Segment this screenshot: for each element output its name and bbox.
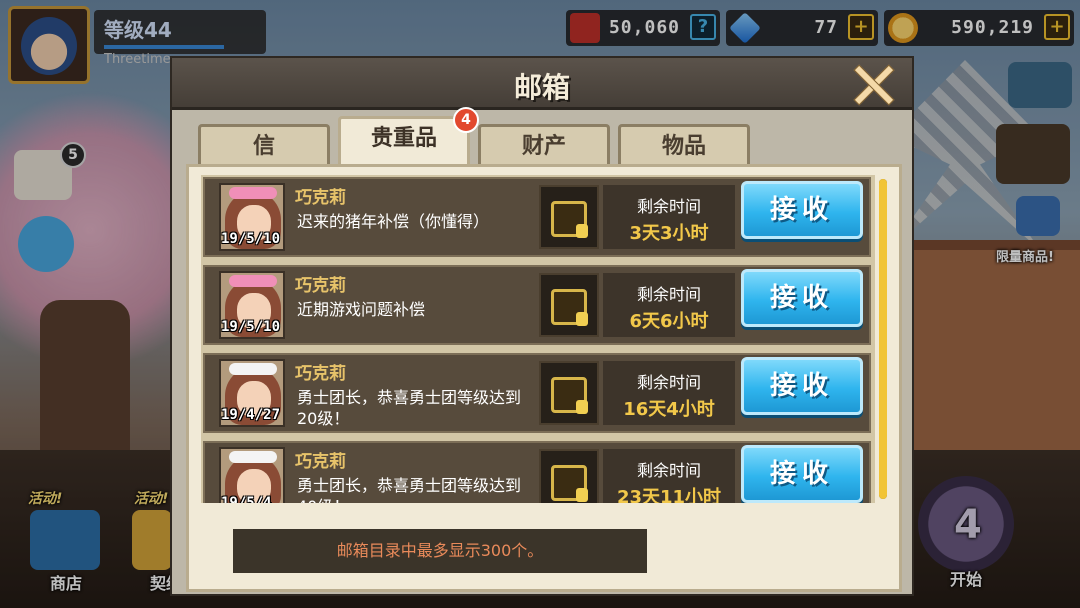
tab-valuables-label: 贵重品 bbox=[370, 126, 437, 151]
attachment-slot[interactable] bbox=[539, 273, 599, 337]
attachment-slot[interactable] bbox=[539, 449, 599, 503]
avatar-cap bbox=[229, 451, 277, 463]
tab-valuables[interactable]: 贵重品 4 bbox=[338, 107, 479, 168]
mail-subject: 迟来的猪年补偿（你懂得） bbox=[297, 212, 490, 231]
tab-letters[interactable]: 信 bbox=[198, 124, 330, 168]
mail-item: 19/5/10 巧克莉 近期游戏问题补偿 剩余时间 6天6小时 接收 bbox=[203, 265, 871, 345]
attachment-slot[interactable] bbox=[539, 185, 599, 249]
close-icon[interactable] bbox=[850, 62, 894, 106]
time-remaining: 剩余时间 3天3小时 bbox=[603, 185, 735, 249]
mail-date: 19/5/10 bbox=[221, 231, 281, 247]
mail-sender: 巧克莉 bbox=[295, 364, 346, 384]
time-value: 23天11小时 bbox=[616, 487, 722, 503]
mailbox-limit-notice: 邮箱目录中最多显示300个。 bbox=[233, 529, 647, 573]
tab-assets[interactable]: 财产 bbox=[478, 124, 610, 168]
mail-date: 19/5/4 bbox=[221, 495, 272, 503]
dialog-header: 邮箱 bbox=[172, 58, 912, 110]
mail-list[interactable]: 19/5/10 巧克莉 迟来的猪年补偿（你懂得） 剩余时间 3天3小时 接收 1… bbox=[201, 175, 875, 503]
scrollbar-thumb[interactable] bbox=[879, 179, 887, 499]
dialog-title: 邮箱 bbox=[513, 71, 570, 104]
mail-sender: 巧克莉 bbox=[295, 188, 346, 208]
mail-item: 19/5/4 巧克莉 勇士团长，恭喜勇士团等级达到40级！ 剩余时间 23天11… bbox=[203, 441, 871, 503]
time-remaining: 剩余时间 16天4小时 bbox=[603, 361, 735, 425]
time-value: 3天3小时 bbox=[629, 223, 709, 244]
receive-button[interactable]: 接收 bbox=[741, 445, 863, 503]
scroll-reward-icon bbox=[551, 377, 588, 414]
mail-sender: 巧克莉 bbox=[295, 276, 346, 296]
tab-items[interactable]: 物品 bbox=[618, 124, 750, 168]
time-label: 剩余时间 bbox=[636, 461, 701, 480]
mail-subject: 勇士团长，恭喜勇士团等级达到20级！ bbox=[297, 388, 522, 428]
receive-button[interactable]: 接收 bbox=[741, 357, 863, 415]
attachment-slot[interactable] bbox=[539, 361, 599, 425]
scroll-reward-icon bbox=[551, 465, 588, 502]
mail-subject: 近期游戏问题补偿 bbox=[297, 300, 426, 319]
time-label: 剩余时间 bbox=[636, 285, 701, 304]
mail-item: 19/5/10 巧克莉 迟来的猪年补偿（你懂得） 剩余时间 3天3小时 接收 bbox=[203, 177, 871, 257]
mailbox-dialog: 邮箱 信 贵重品 4 财产 物品 19/5/10 巧克莉 迟来的猪年补偿（你懂得… bbox=[170, 56, 914, 596]
avatar-bow bbox=[229, 187, 277, 199]
mail-item: 19/4/27 巧克莉 勇士团长，恭喜勇士团等级达到20级！ 剩余时间 16天4… bbox=[203, 353, 871, 433]
time-remaining: 剩余时间 6天6小时 bbox=[603, 273, 735, 337]
receive-button[interactable]: 接收 bbox=[741, 181, 863, 239]
mail-subject: 勇士团长，恭喜勇士团等级达到40级！ bbox=[297, 476, 522, 503]
mail-panel: 19/5/10 巧克莉 迟来的猪年补偿（你懂得） 剩余时间 3天3小时 接收 1… bbox=[186, 164, 902, 592]
scroll-reward-icon bbox=[551, 201, 588, 238]
mail-date: 19/5/10 bbox=[221, 319, 281, 335]
time-value: 6天6小时 bbox=[629, 311, 709, 332]
avatar-cap bbox=[229, 363, 277, 375]
receive-button[interactable]: 接收 bbox=[741, 269, 863, 327]
mail-date: 19/4/27 bbox=[221, 407, 281, 423]
time-remaining: 剩余时间 23天11小时 bbox=[603, 449, 735, 503]
time-label: 剩余时间 bbox=[636, 197, 701, 216]
time-value: 16天4小时 bbox=[623, 399, 715, 420]
time-label: 剩余时间 bbox=[636, 373, 701, 392]
scroll-reward-icon bbox=[551, 289, 588, 326]
avatar-bow bbox=[229, 275, 277, 287]
list-scrollbar[interactable] bbox=[879, 179, 887, 499]
mail-sender: 巧克莉 bbox=[295, 452, 346, 472]
tab-badge: 4 bbox=[453, 107, 479, 133]
